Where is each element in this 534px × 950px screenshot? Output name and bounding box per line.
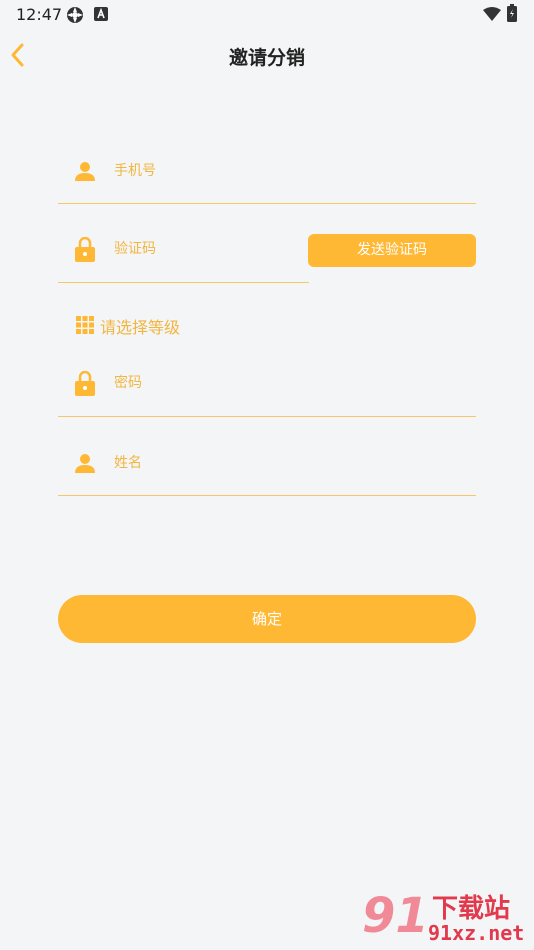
password-field bbox=[58, 356, 476, 417]
battery-icon bbox=[507, 4, 517, 26]
lock-icon bbox=[75, 236, 95, 266]
nav-bar: 邀请分销 bbox=[0, 30, 534, 80]
code-field bbox=[58, 222, 309, 283]
user-icon bbox=[75, 161, 95, 185]
status-bar: 12:47 bbox=[0, 0, 534, 28]
level-label: 请选择等级 bbox=[100, 318, 181, 337]
watermark-domain: 91xz.net bbox=[428, 921, 525, 945]
wifi-icon bbox=[483, 6, 501, 25]
name-input[interactable] bbox=[112, 444, 366, 482]
code-input[interactable] bbox=[112, 230, 306, 268]
user-icon bbox=[75, 453, 95, 477]
grid-icon bbox=[76, 316, 94, 338]
password-input[interactable] bbox=[112, 364, 366, 402]
watermark-logo: 91 bbox=[362, 888, 429, 944]
lock-icon bbox=[75, 370, 95, 400]
watermark-brand: 下载站 bbox=[432, 894, 511, 924]
keyboard-status-icon bbox=[94, 6, 108, 25]
confirm-button[interactable]: 确定 bbox=[58, 595, 476, 643]
page-title: 邀请分销 bbox=[228, 47, 305, 69]
status-time: 12:47 bbox=[16, 5, 63, 24]
watermark: 91 下载站 91xz.net bbox=[362, 888, 534, 950]
name-field bbox=[58, 435, 476, 496]
send-code-button[interactable]: 发送验证码 bbox=[308, 234, 476, 267]
phone-field bbox=[58, 143, 476, 204]
settings-status-icon bbox=[66, 6, 84, 28]
phone-input[interactable] bbox=[112, 152, 366, 190]
